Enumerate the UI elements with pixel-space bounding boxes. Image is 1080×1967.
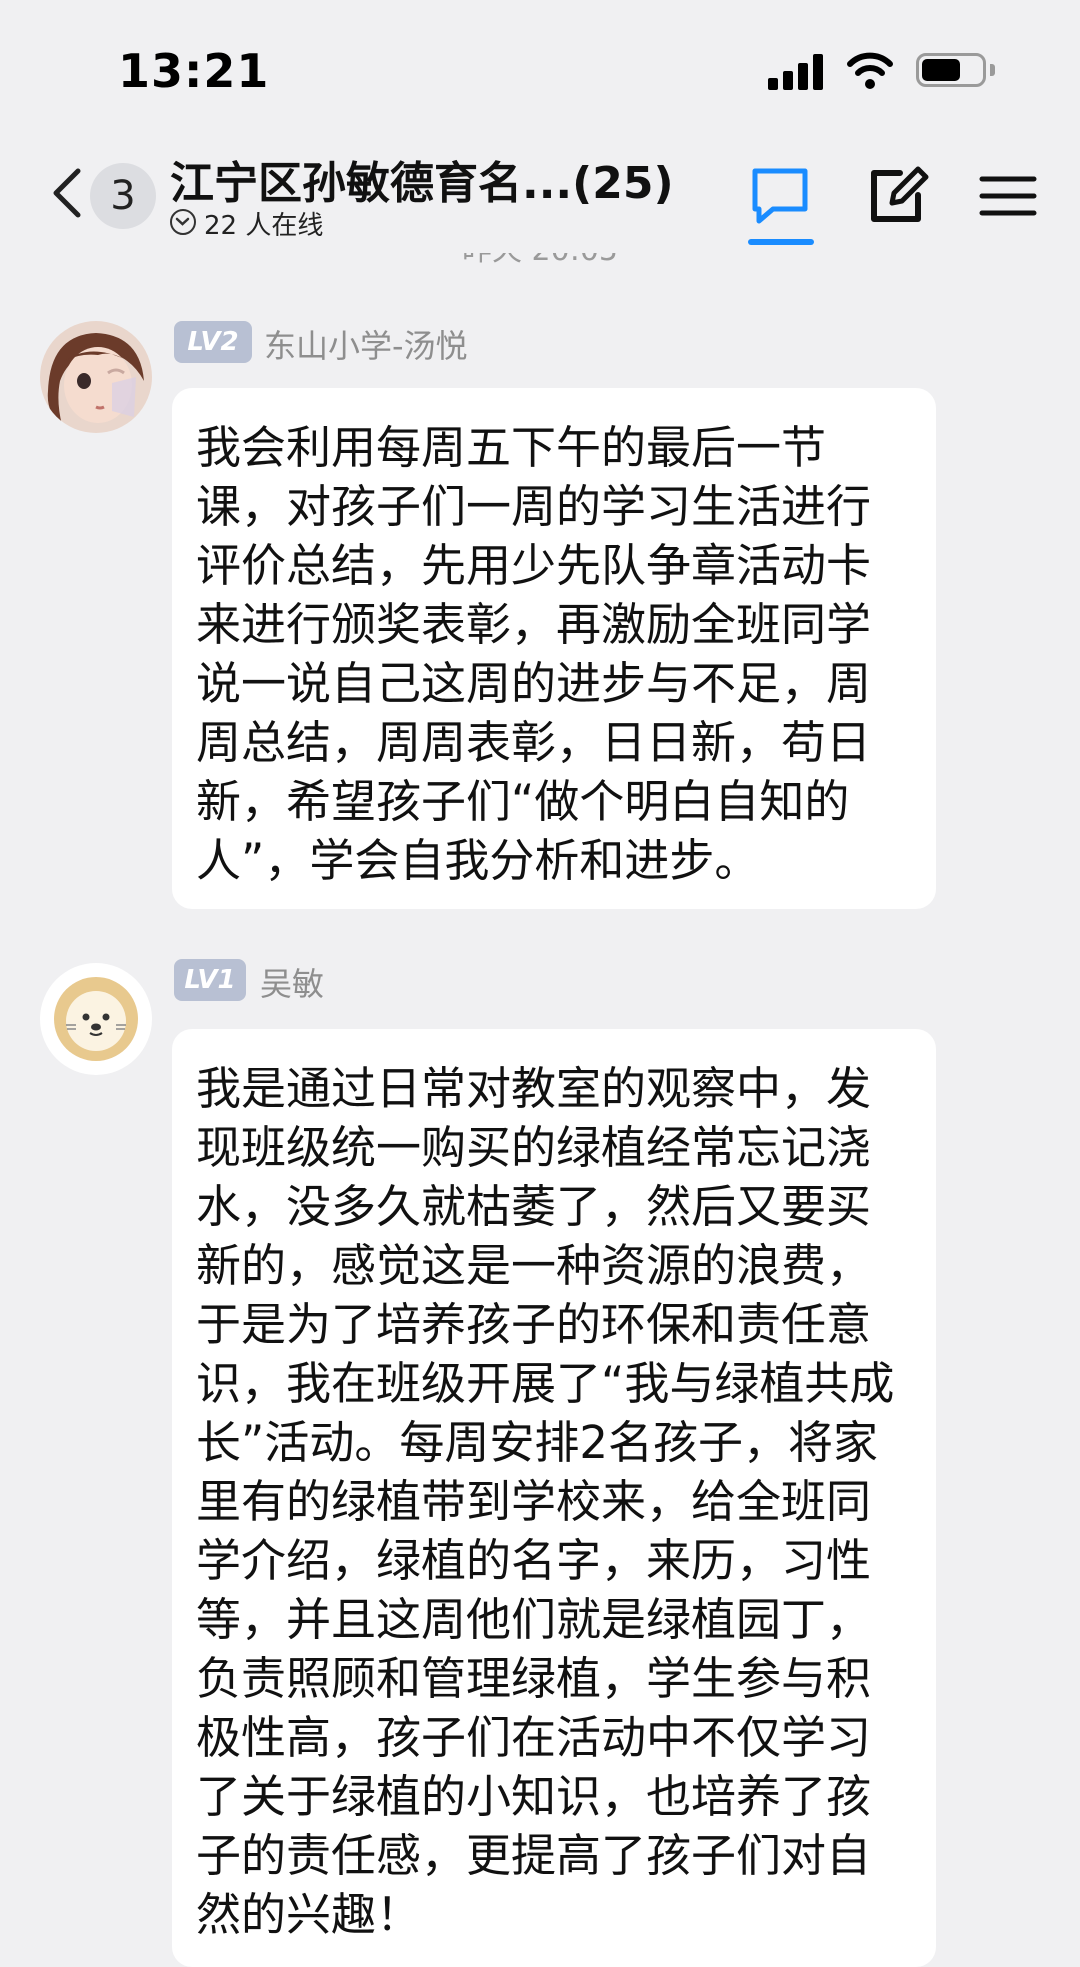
unread-count-badge[interactable]: 3: [90, 163, 156, 229]
chevron-circle-icon: [170, 209, 196, 235]
chat-header: 3 江宁区孙敏德育名...(25) 22 人在线: [0, 135, 1080, 253]
back-icon[interactable]: [48, 165, 86, 221]
avatar[interactable]: [40, 963, 152, 1075]
sender-name[interactable]: 吴敏: [260, 959, 324, 1005]
message-bubble[interactable]: 我会利用每周五下午的最后一节课，对孩子们一周的学习生活进行评价总结，先用少先队争…: [172, 388, 936, 909]
chat-title[interactable]: 江宁区孙敏德育名...(25): [170, 147, 690, 211]
message-timestamp: 昨天 20:05: [0, 253, 1080, 269]
menu-icon[interactable]: [972, 161, 1042, 231]
active-tab-indicator: [748, 239, 814, 245]
chat-bubble-icon[interactable]: [745, 161, 815, 231]
message-list[interactable]: 昨天 20:05 LV2 东山小学-汤悦 我会利用每周五下午的最后一节课，对孩子…: [0, 253, 1080, 1967]
level-badge: LV2: [174, 321, 252, 363]
status-time: 13:21: [118, 44, 270, 98]
message-bubble[interactable]: 我是通过日常对教室的观察中，发现班级统一购买的绿植经常忘记浇水，没多久就枯萎了，…: [172, 1029, 936, 1967]
sender-name[interactable]: 东山小学-汤悦: [264, 321, 468, 367]
level-badge: LV1: [174, 959, 246, 1001]
status-bar: 13:21: [0, 0, 1080, 135]
edit-icon[interactable]: [862, 161, 932, 231]
wifi-icon: [847, 52, 893, 89]
online-count-text: 22 人在线: [204, 211, 324, 241]
status-icons: [768, 50, 1008, 90]
avatar[interactable]: [40, 321, 152, 433]
battery-icon: [916, 53, 986, 87]
signal-icon: [768, 54, 824, 90]
